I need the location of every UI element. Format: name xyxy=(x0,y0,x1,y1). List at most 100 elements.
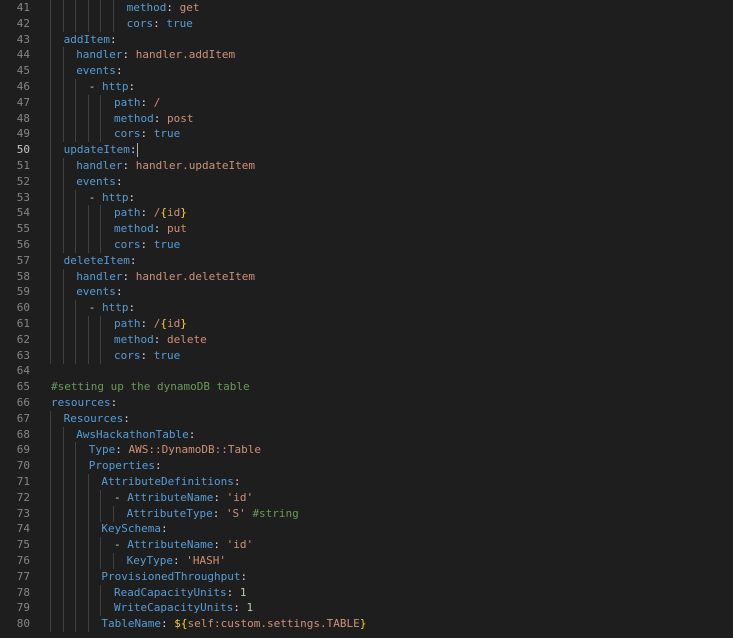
code-token: : xyxy=(115,64,123,78)
indent-guide xyxy=(100,584,102,601)
code-line[interactable]: 54 path: /{id} xyxy=(0,205,733,222)
code-text: path: /{id} xyxy=(114,205,187,221)
code-line[interactable]: 66 resources: xyxy=(0,395,733,411)
indent-guide xyxy=(75,110,77,127)
indent-guide xyxy=(62,284,64,301)
code-text: Type: AWS::DynamoDB::Table xyxy=(89,442,261,458)
code-line[interactable]: 65 #setting up the dynamoDB table xyxy=(0,379,733,395)
code-token: : xyxy=(240,569,248,583)
code-line[interactable]: 72 - AttributeName: 'id' xyxy=(0,489,733,506)
code-line[interactable]: 58 handler: handler.deleteItem xyxy=(0,268,733,285)
indent-guide xyxy=(62,300,64,317)
indent-guide xyxy=(50,205,51,222)
code-line[interactable]: 47 path: / xyxy=(0,94,733,111)
text-cursor xyxy=(137,143,139,158)
indent-guide xyxy=(87,110,89,127)
code-line[interactable]: 50 updateItem: xyxy=(0,142,733,159)
code-token: KeyType xyxy=(126,554,173,567)
code-line[interactable]: 51 handler: handler.updateItem xyxy=(0,158,733,174)
indent-guide xyxy=(50,616,51,633)
line-number: 56 xyxy=(16,238,30,251)
line-number: 60 xyxy=(16,301,30,315)
line-number: 68 xyxy=(16,427,30,441)
line-number: 63 xyxy=(16,348,30,362)
code-line[interactable]: 63 cors: true xyxy=(0,347,733,364)
code-line[interactable]: 79 WriteCapacityUnits: 1 xyxy=(0,600,733,617)
code-line[interactable]: 77 ProvisionedThroughput: xyxy=(0,568,733,585)
code-token: handler xyxy=(76,159,123,172)
code-token: AttributeName xyxy=(127,538,214,552)
code-line[interactable]: 59 events: xyxy=(0,284,733,301)
code-line[interactable]: 71 AttributeDefinitions: xyxy=(0,474,733,490)
line-number: 64 xyxy=(16,364,30,378)
code-token: { xyxy=(160,206,167,220)
indent-guide xyxy=(50,568,51,585)
code-line[interactable]: 55 method: put xyxy=(0,221,733,238)
code-line[interactable]: 78 ReadCapacityUnits: 1 xyxy=(0,584,733,601)
line-number: 76 xyxy=(16,554,30,567)
indent-guide xyxy=(50,79,51,95)
indent-guide xyxy=(62,600,64,617)
code-token: cors xyxy=(114,348,141,362)
code-line[interactable]: 80 TableName: ${self:custom.settings.TABL… xyxy=(0,616,733,633)
indent-guide xyxy=(100,505,102,522)
indent-guide xyxy=(62,173,64,190)
code-token: Type xyxy=(88,443,116,457)
code-line[interactable]: 69 Type: AWS::DynamoDB::Table xyxy=(0,442,733,459)
indent-guide xyxy=(62,126,64,143)
code-token: : xyxy=(153,111,167,125)
code-line[interactable]: 76 KeyType: 'HASH' xyxy=(0,553,733,569)
code-line[interactable]: 68 AwsHackathonTable: xyxy=(0,426,733,443)
indent-guide xyxy=(100,15,102,32)
code-token: - xyxy=(88,190,103,204)
code-line[interactable]: 41 method: get xyxy=(0,0,733,16)
line-number: 75 xyxy=(16,538,30,552)
indent-guide xyxy=(50,110,51,127)
code-editor[interactable]: 41 method: get 42 cors: true 43 addItem: 44 han… xyxy=(0,0,733,638)
line-number: 74 xyxy=(16,522,30,536)
code-line[interactable]: 75 - AttributeName: 'id' xyxy=(0,537,733,554)
line-number: 71 xyxy=(16,475,30,488)
code-line[interactable]: 57 deleteItem: xyxy=(0,252,733,269)
indent-guide xyxy=(50,442,51,459)
code-line[interactable]: 70 Properties: xyxy=(0,458,733,475)
code-line[interactable]: 48 method: post xyxy=(0,110,733,127)
code-line[interactable]: 53 - http: xyxy=(0,189,733,206)
code-line[interactable]: 42 cors: true xyxy=(0,15,733,32)
line-number: 50 xyxy=(16,143,30,157)
code-token: : xyxy=(233,601,247,615)
code-line[interactable]: 46 - http: xyxy=(0,79,733,95)
code-token: post xyxy=(167,111,194,125)
code-line[interactable]: 52 events: xyxy=(0,173,733,190)
code-token: : xyxy=(140,206,154,220)
code-line[interactable]: 67 Resources: xyxy=(0,410,733,427)
indent-guide xyxy=(50,31,51,48)
line-number: 66 xyxy=(16,396,30,409)
indent-guide xyxy=(75,0,77,16)
code-line[interactable]: 73 AttributeType: 'S' #string xyxy=(0,505,733,522)
code-line[interactable]: 62 method: delete xyxy=(0,331,733,348)
code-text: events: xyxy=(76,284,122,300)
code-line[interactable]: 43 addItem: xyxy=(0,31,733,48)
code-line[interactable]: 61 path: /{id} xyxy=(0,316,733,332)
indent-guide xyxy=(62,426,64,443)
line-number: 70 xyxy=(16,459,30,473)
code-line[interactable]: 44 handler: handler.addItem xyxy=(0,47,733,64)
code-line[interactable]: 74 KeySchema: xyxy=(0,521,733,538)
code-line[interactable]: 60 - http: xyxy=(0,300,733,317)
code-line[interactable]: 49 cors: true xyxy=(0,126,733,143)
code-token: : xyxy=(140,95,154,109)
line-number: 42 xyxy=(16,16,30,30)
code-line[interactable]: 64 xyxy=(0,363,733,379)
line-number: 77 xyxy=(16,569,30,583)
indent-guide xyxy=(87,94,89,111)
code-line[interactable]: 45 events: xyxy=(0,63,733,80)
code-text: method: put xyxy=(114,221,187,237)
code-text: events: xyxy=(76,63,122,79)
code-line[interactable]: 56 cors: true xyxy=(0,237,733,253)
indent-guide xyxy=(62,442,64,459)
indent-guide xyxy=(50,458,51,475)
indent-guide xyxy=(50,584,51,601)
code-token: ProvisionedThroughput xyxy=(101,569,241,583)
line-number: 48 xyxy=(16,111,30,125)
